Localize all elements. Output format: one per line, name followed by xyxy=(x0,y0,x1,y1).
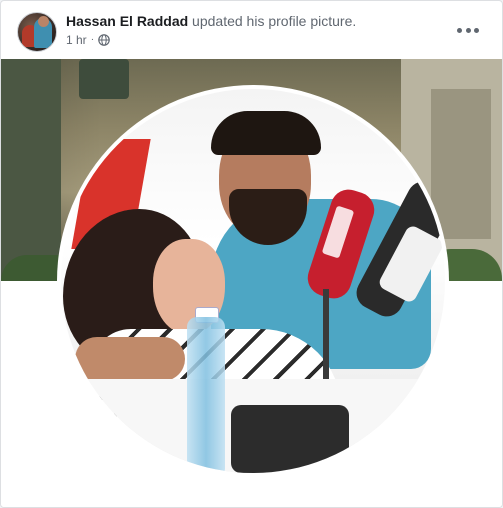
post-title-line: Hassan El Raddad updated his profile pic… xyxy=(66,12,356,30)
avatar-figure-head xyxy=(38,16,49,27)
more-dot xyxy=(465,27,471,33)
more-dot xyxy=(457,27,462,33)
feed-post: Hassan El Raddad updated his profile pic… xyxy=(0,0,503,508)
globe-icon[interactable] xyxy=(98,34,110,46)
more-dot xyxy=(474,27,479,33)
post-action-text: updated his profile picture. xyxy=(188,13,357,29)
author-name-link[interactable]: Hassan El Raddad xyxy=(66,13,188,29)
photo-man-hair xyxy=(211,111,321,155)
post-media[interactable] xyxy=(1,59,502,507)
profile-picture[interactable] xyxy=(61,89,445,473)
post-timestamp[interactable]: 1 hr xyxy=(66,32,87,48)
photo-water-bottle xyxy=(187,317,225,473)
more-options-icon[interactable] xyxy=(457,21,479,39)
meta-separator: · xyxy=(90,34,95,45)
photo-recorder xyxy=(231,405,349,473)
photo-arm xyxy=(75,337,185,381)
post-header: Hassan El Raddad updated his profile pic… xyxy=(1,1,502,59)
cover-panel xyxy=(1,59,61,281)
post-meta: 1 hr · xyxy=(66,32,110,48)
profile-picture-frame xyxy=(57,85,449,477)
cover-panel xyxy=(79,59,129,99)
author-avatar[interactable] xyxy=(17,12,57,52)
